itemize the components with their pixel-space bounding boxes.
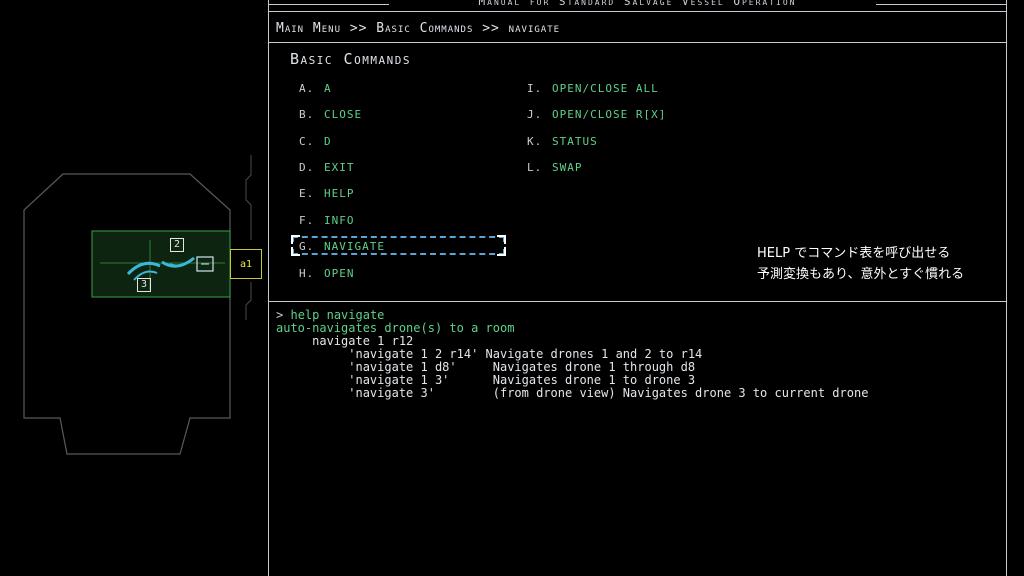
breadcrumb[interactable]: Main Menu >> Basic Commands >> navigate: [276, 21, 560, 36]
example-cmd: 'navigate 3': [348, 386, 435, 400]
command-letter: F.: [299, 214, 315, 227]
command-item-open[interactable]: H. open: [299, 266, 355, 282]
command-item-status[interactable]: K. status: [527, 134, 598, 150]
command-name: swap: [552, 161, 583, 174]
command-item-navigate[interactable]: G. navigate: [299, 239, 385, 255]
command-name: status: [552, 135, 598, 148]
command-item-close[interactable]: B. close: [299, 107, 362, 123]
example-cmd: 'navigate 1 2 r14': [348, 347, 479, 361]
command-item-help[interactable]: E. help: [299, 186, 355, 202]
command-item-exit[interactable]: D. exit: [299, 160, 355, 176]
door-label-a1[interactable]: a1: [230, 249, 262, 279]
command-item-a[interactable]: A. a: [299, 81, 332, 97]
video-caption: HELP でコマンド表を呼び出せる 予測変換もあり、意外とすぐ慣れる: [757, 243, 964, 285]
command-letter: C.: [299, 135, 315, 148]
command-letter: L.: [527, 161, 543, 174]
console-input: help navigate: [290, 308, 385, 322]
example-desc: (from drone view) Navigates drone 3 to c…: [492, 386, 869, 400]
command-name: close: [324, 108, 363, 121]
caption-line-1: HELP でコマンド表を呼び出せる: [757, 246, 951, 261]
command-letter: H.: [299, 267, 315, 280]
command-name: a: [324, 82, 332, 95]
divider-breadcrumb: [269, 42, 1006, 43]
command-letter: G.: [299, 240, 315, 253]
corner-mark: [497, 247, 506, 256]
command-name: d: [324, 135, 332, 148]
section-title: Basic Commands: [290, 50, 411, 68]
divider-console: [269, 301, 1006, 302]
command-letter: A.: [299, 82, 315, 95]
manual-panel: Manual for Standard Salvage Vessel Opera…: [268, 0, 1007, 576]
command-item-open-close-rx[interactable]: J. open/close r[x]: [527, 107, 666, 123]
console-prompt: >: [276, 308, 284, 322]
command-letter: I.: [527, 82, 543, 95]
ship-map-graphic: [23, 155, 252, 455]
command-name: help: [324, 187, 355, 200]
console-output[interactable]: > help navigate auto-navigates drone(s) …: [276, 309, 868, 400]
command-letter: B.: [299, 108, 315, 121]
command-letter: E.: [299, 187, 315, 200]
command-item-swap[interactable]: L. swap: [527, 160, 583, 176]
command-name: open: [324, 267, 355, 280]
title-rule-right: [876, 4, 1006, 5]
command-name: open/close all: [552, 82, 659, 95]
example-cmd: 'navigate 1 3': [348, 373, 450, 387]
drone-label-2[interactable]: 2: [170, 238, 184, 252]
console-description: auto-navigates drone(s) to a room: [276, 321, 515, 335]
command-name: info: [324, 214, 355, 227]
command-item-info[interactable]: F. info: [299, 213, 355, 229]
command-item-d[interactable]: C. d: [299, 134, 332, 150]
command-letter: D.: [299, 161, 315, 174]
caption-line-2: 予測変換もあり、意外とすぐ慣れる: [757, 267, 965, 282]
command-name: open/close r[x]: [552, 108, 667, 121]
corner-mark: [497, 235, 506, 244]
command-item-open-close-all[interactable]: I. open/close all: [527, 81, 659, 97]
example-desc: Navigates drone 1 through d8: [492, 360, 696, 374]
example-desc: Navigate drones 1 and 2 to r14: [485, 347, 703, 361]
command-letter: J.: [527, 108, 543, 121]
manual-title: Manual for Standard Salvage Vessel Opera…: [478, 0, 797, 8]
command-name: navigate: [324, 240, 385, 253]
divider-top: [269, 11, 1006, 12]
console-syntax: navigate 1 r12: [312, 334, 414, 348]
example-cmd: 'navigate 1 d8': [348, 360, 457, 374]
command-name: exit: [324, 161, 355, 174]
ship-map[interactable]: 2 3 a1: [0, 0, 268, 576]
example-desc: Navigates drone 1 to drone 3: [492, 373, 696, 387]
drone-label-3[interactable]: 3: [137, 278, 151, 292]
command-letter: K.: [527, 135, 543, 148]
